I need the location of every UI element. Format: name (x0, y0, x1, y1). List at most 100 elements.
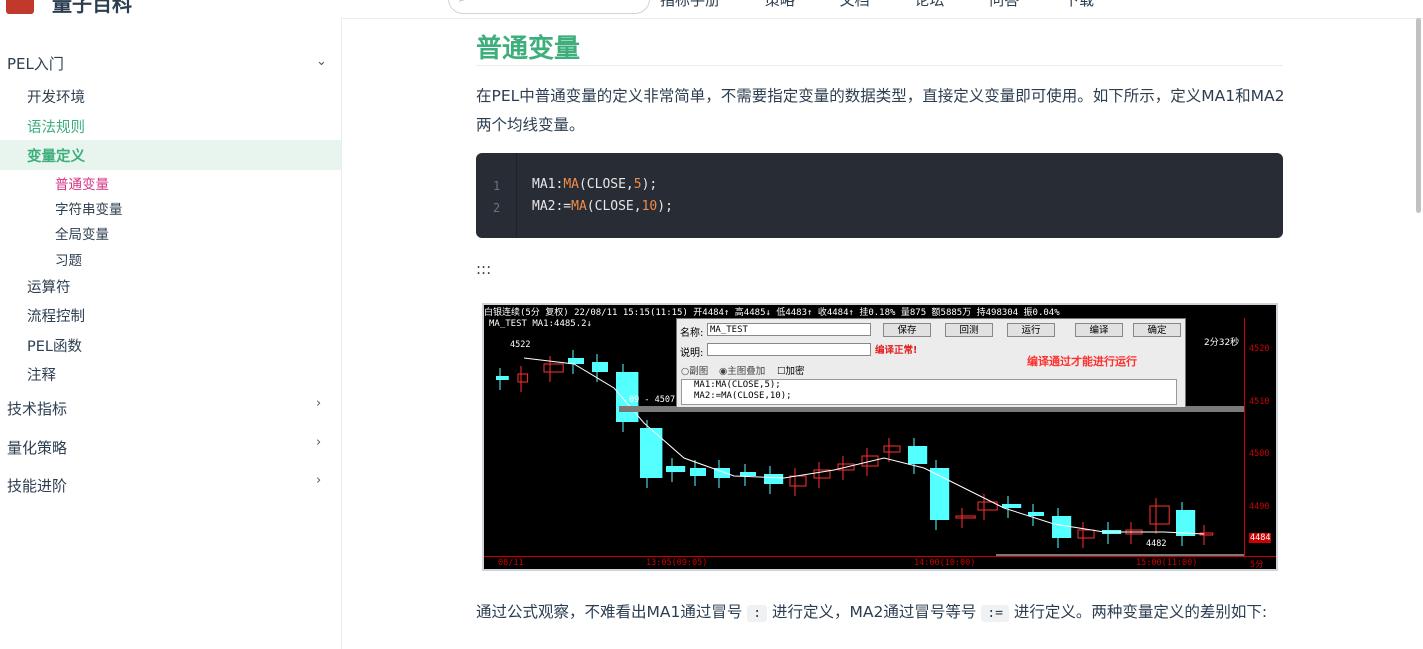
candle-body (1052, 516, 1072, 538)
nav-item[interactable]: 论坛 (914, 0, 944, 9)
code-token: (CLOSE, (586, 199, 642, 214)
chevron-right-icon[interactable]: › (316, 396, 321, 411)
confirm-button[interactable]: 确定 (1133, 323, 1181, 337)
sidebar-item-dev-env[interactable]: 开发环境 (27, 86, 85, 107)
candle-body (1002, 504, 1022, 508)
nav-item[interactable]: 指标手册 (660, 0, 720, 9)
code-line-1[interactable]: MA1:MA(CLOSE,5); (532, 177, 657, 192)
sidebar-group-advanced[interactable]: 技能进阶 (7, 475, 67, 496)
name-input[interactable]: MA_TEST (707, 323, 871, 336)
line-number: 2 (493, 201, 501, 215)
radio-sub-chart[interactable]: ○副图 (681, 363, 708, 377)
candle-body (592, 362, 608, 372)
time-tick: 15:00(11:00) (1136, 558, 1198, 568)
intro-paragraph: 在PEL中普通变量的定义非常简单，不需要指定变量的数据类型，直接定义变量即可使用… (476, 87, 1285, 134)
top-navbar: 量子百科 ⌕ 指标手册 策略 文档 论坛 问答 下载 (0, 0, 1423, 19)
candle-body (543, 363, 564, 373)
sidebar-group-pel-intro[interactable]: PEL入门 (7, 53, 64, 74)
candle-body (690, 468, 706, 476)
candle-body (1176, 510, 1196, 536)
outro-text: 通过公式观察，不难看出MA1通过冒号 (476, 603, 743, 621)
chart-title-bar: 白银连续(5分 复权) 22/08/11 15:15(11:15) 开4484↑… (484, 305, 1276, 318)
candle-body (955, 515, 976, 519)
formula-line: MA2:=MA(CLOSE,10); (694, 391, 792, 401)
candle-body (883, 445, 901, 453)
checkbox-encrypt[interactable]: ☐加密 (777, 363, 805, 377)
sidebar-item-comments[interactable]: 注释 (27, 364, 56, 385)
code-token: ); (641, 177, 658, 192)
site-title[interactable]: 量子百科 (52, 0, 132, 17)
nav-item[interactable]: 文档 (840, 0, 870, 9)
sidebar-subitem-exercise[interactable]: 习题 (55, 249, 82, 269)
page-title: 普通变量 (476, 34, 581, 64)
formula-editor-dialog: 名称: MA_TEST 保存 回测 运行 编译 确定 说明: 编译正常! 编译通… (676, 318, 1186, 408)
compile-status: 编译正常! (875, 345, 918, 356)
time-tick: 08/11 (498, 558, 524, 568)
candle-body (1077, 529, 1095, 539)
candle-body (1028, 512, 1044, 516)
formula-line: MA1:MA(CLOSE,5); (694, 380, 781, 390)
sidebar-group-quant[interactable]: 量化策略 (7, 437, 67, 458)
sidebar-item-variables[interactable]: 变量定义 (27, 145, 85, 166)
top-nav: 指标手册 策略 文档 论坛 问答 下载 (660, 0, 1134, 10)
candle-body (740, 472, 756, 476)
run-button[interactable]: 运行 (1007, 323, 1055, 337)
sidebar-item-syntax[interactable]: 语法规则 (27, 116, 85, 137)
desc-input[interactable] (707, 343, 871, 356)
checkbox-label: 加密 (785, 366, 805, 377)
software-screenshot: 白银连续(5分 复权) 22/08/11 15:15(11:15) 开4484↑… (482, 303, 1278, 571)
marker-mid: 09 - 4507 (629, 395, 676, 405)
time-tick: 13:05(09:05) (646, 558, 708, 568)
code-token-number: 10 (641, 199, 658, 214)
code-line-2[interactable]: MA2:=MA(CLOSE,10); (532, 199, 673, 214)
nav-item[interactable]: 问答 (989, 0, 1019, 9)
code-token: (CLOSE, (578, 177, 634, 192)
sidebar-subitem-string-var[interactable]: 字符串变量 (55, 198, 123, 218)
candle-body (666, 466, 686, 472)
chevron-right-icon[interactable]: › (316, 473, 321, 488)
sidebar-item-flow-control[interactable]: 流程控制 (27, 305, 85, 326)
compile-button[interactable]: 编译 (1075, 323, 1123, 337)
price-tick: 4520 (1249, 344, 1270, 354)
save-button[interactable]: 保存 (883, 323, 931, 337)
radio-label: 主图叠加 (727, 366, 766, 377)
code-token: MA1: (532, 177, 564, 192)
desc-label: 说明: (680, 348, 704, 359)
price-tick: 4510 (1249, 397, 1270, 407)
site-logo-icon[interactable] (6, 0, 34, 14)
candle-body (1149, 505, 1170, 525)
code-token-number: 5 (633, 177, 642, 192)
price-tick: 4490 (1249, 502, 1270, 512)
sidebar-item-pel-functions[interactable]: PEL函数 (27, 335, 82, 356)
price-axis: 4520 4510 4500 4490 4484 (1244, 318, 1276, 556)
name-label: 名称: (680, 328, 704, 339)
formula-code-editor[interactable]: MA1:MA(CLOSE,5); MA2:=MA(CLOSE,10); (681, 379, 1177, 405)
outro-text: 进行定义，MA2通过冒号等号 (772, 603, 977, 621)
code-token: MA2:= (532, 199, 572, 214)
container-marker-text: ::: (476, 260, 492, 278)
sidebar-item-operators[interactable]: 运算符 (27, 276, 71, 297)
sidebar-group-indicators[interactable]: 技术指标 (7, 398, 67, 419)
compile-hint-annotation: 编译通过才能进行运行 (1027, 355, 1137, 368)
search-input[interactable]: ⌕ (448, 0, 650, 14)
candle-body (764, 474, 784, 484)
nav-item[interactable]: 策略 (765, 0, 795, 9)
marker-high: 4522 (510, 340, 531, 350)
code-token-function: MA (563, 177, 579, 192)
code-token-function: MA (571, 199, 587, 214)
inline-code: := (981, 605, 1009, 622)
candle-body (789, 475, 807, 487)
sidebar-subitem-normal-var[interactable]: 普通变量 (55, 173, 109, 193)
code-gutter: 1 2 (476, 153, 517, 238)
radio-label: 副图 (689, 366, 709, 377)
nav-item[interactable]: 下载 (1064, 0, 1094, 9)
main-content: 普通变量 在PEL中普通变量的定义非常简单，不需要指定变量的数据类型，直接定义变… (342, 18, 1407, 649)
outro-paragraph: 通过公式观察，不难看出MA1通过冒号 : 进行定义，MA2通过冒号等号 := 进… (476, 598, 1286, 628)
chevron-right-icon[interactable]: › (316, 435, 321, 450)
chevron-down-icon[interactable]: ⌄ (316, 54, 327, 69)
backtest-button[interactable]: 回测 (945, 323, 993, 337)
sidebar-subitem-global-var[interactable]: 全局变量 (55, 223, 109, 243)
page-scrollbar[interactable] (1416, 18, 1421, 213)
radio-main-overlay[interactable]: ◉主图叠加 (719, 363, 765, 377)
countdown-label: 2分32秒 (1204, 338, 1240, 348)
